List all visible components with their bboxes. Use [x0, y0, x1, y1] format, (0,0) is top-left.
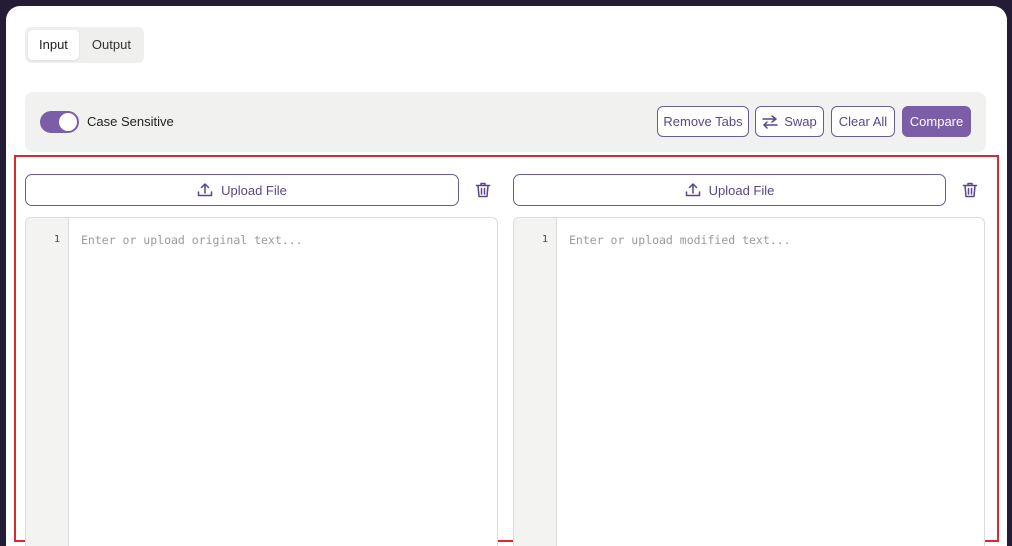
- compare-label: Compare: [909, 114, 964, 129]
- upload-modified-button[interactable]: Upload File: [513, 174, 946, 206]
- toggle-knob: [59, 113, 77, 131]
- main-card: Input Output Case Sensitive Remove Tabs …: [6, 6, 1007, 546]
- original-text-editor[interactable]: 1 Enter or upload original text...: [25, 217, 498, 546]
- clear-all-label: Clear All: [838, 114, 888, 129]
- tab-bar: Input Output: [25, 27, 144, 63]
- upload-icon: [197, 183, 213, 197]
- upload-modified-label: Upload File: [708, 182, 775, 198]
- modified-text-editor[interactable]: 1 Enter or upload modified text...: [513, 217, 985, 546]
- compare-button[interactable]: Compare: [902, 106, 971, 137]
- upload-original-button[interactable]: Upload File: [25, 174, 459, 206]
- case-sensitive-label: Case Sensitive: [87, 114, 174, 129]
- toolbar: Case Sensitive Remove Tabs Swap Clear Al…: [25, 92, 986, 152]
- line-number: 1: [53, 234, 60, 245]
- trash-icon[interactable]: [474, 181, 492, 199]
- modified-text-placeholder[interactable]: Enter or upload modified text...: [569, 233, 791, 247]
- swap-label: Swap: [784, 114, 817, 129]
- swap-arrows-icon: [762, 114, 778, 129]
- remove-tabs-label: Remove Tabs: [663, 114, 743, 129]
- upload-original-label: Upload File: [221, 182, 287, 198]
- editor-area: Upload File 1 Enter or upload original t…: [14, 155, 999, 546]
- line-number-gutter: 1: [514, 218, 557, 546]
- clear-all-button[interactable]: Clear All: [831, 106, 895, 137]
- tab-input[interactable]: Input: [28, 30, 79, 60]
- original-text-placeholder[interactable]: Enter or upload original text...: [81, 233, 303, 247]
- case-sensitive-toggle[interactable]: [40, 111, 79, 133]
- upload-icon: [685, 183, 700, 197]
- swap-button[interactable]: Swap: [755, 106, 824, 137]
- tab-output[interactable]: Output: [81, 30, 142, 60]
- line-number: 1: [541, 234, 548, 245]
- line-number-gutter: 1: [26, 218, 69, 546]
- remove-tabs-button[interactable]: Remove Tabs: [657, 106, 749, 137]
- trash-icon[interactable]: [961, 181, 979, 199]
